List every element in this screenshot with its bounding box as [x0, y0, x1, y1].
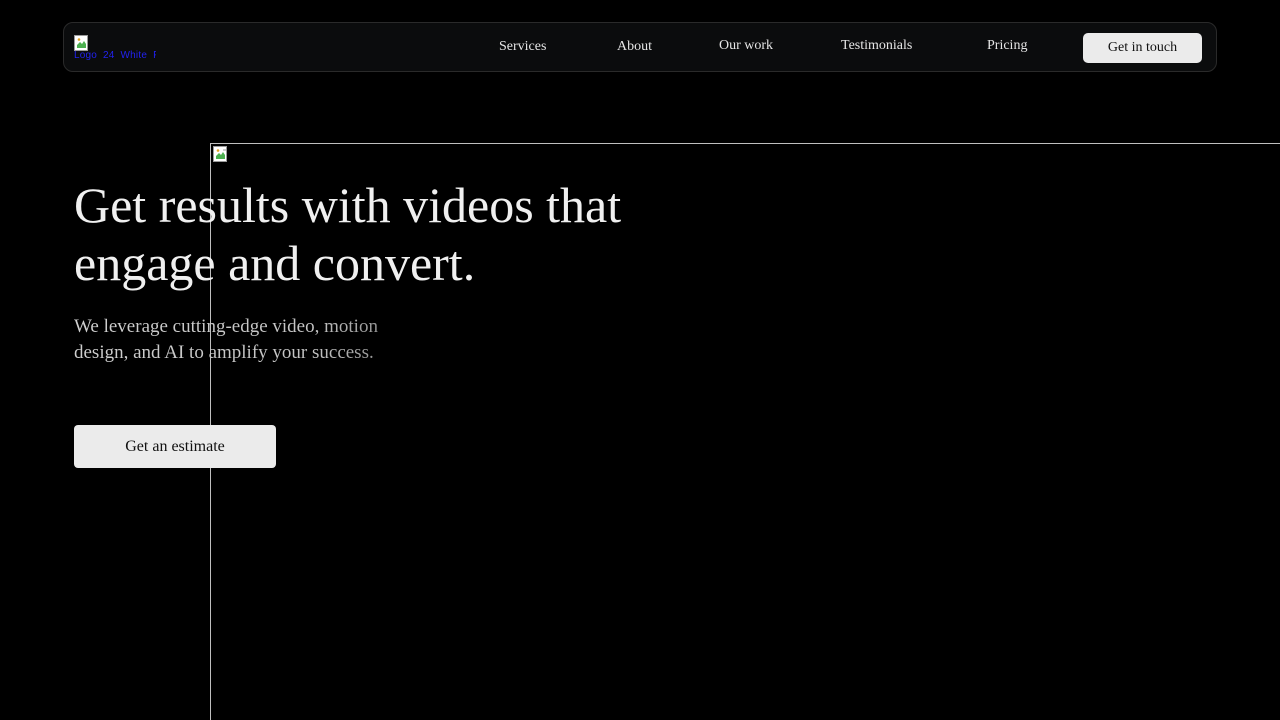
hero-title: Get results with videos that engage and …: [74, 177, 622, 291]
logo-link[interactable]: Logo 24 White F: [74, 35, 156, 63]
page: Logo 24 White F Services About Our work …: [0, 0, 1280, 720]
navbar: Logo 24 White F Services About Our work …: [63, 22, 1217, 72]
nav-our-work[interactable]: Our work: [719, 38, 773, 54]
get-in-touch-button[interactable]: Get in touch: [1083, 33, 1202, 63]
nav-services[interactable]: Services: [499, 39, 546, 55]
get-estimate-button[interactable]: Get an estimate: [74, 425, 276, 468]
logo-image-icon: [74, 35, 90, 51]
nav-testimonials[interactable]: Testimonials: [841, 38, 912, 54]
nav-about[interactable]: About: [617, 39, 652, 55]
broken-image-icon: [213, 146, 229, 162]
hero-subtitle: We leverage cutting-edge video, motion d…: [74, 314, 414, 366]
logo-alt-text: Logo 24 White F: [74, 50, 156, 61]
nav-pricing[interactable]: Pricing: [987, 38, 1027, 54]
